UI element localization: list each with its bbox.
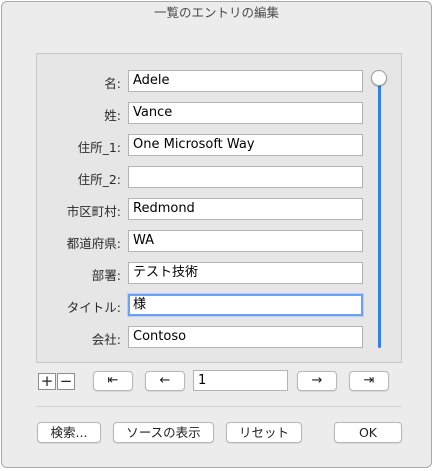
field-row-state: 都道府県: WA <box>37 230 401 252</box>
add-record-button[interactable]: + <box>38 373 56 390</box>
title-input[interactable]: 様 <box>128 294 363 316</box>
first-name-label: 名: <box>104 76 121 91</box>
arrow-left-icon: ← <box>159 373 171 388</box>
field-row-department: 部署: テスト技術 <box>37 262 401 284</box>
address-2-label: 住所_2: <box>77 172 121 187</box>
fields-panel: 名: Adele 姓: Vance 住所_1: One Microsoft Wa… <box>36 53 402 363</box>
record-number-input[interactable]: 1 <box>193 370 288 391</box>
department-label: 部署: <box>91 268 121 283</box>
company-input[interactable]: Contoso <box>128 326 363 348</box>
arrow-right-icon: → <box>311 373 323 388</box>
field-row-address-2: 住所_2: <box>37 166 401 188</box>
company-label: 会社: <box>91 332 121 347</box>
ok-button[interactable]: OK <box>334 422 402 443</box>
title-label: タイトル: <box>66 300 121 315</box>
state-label: 都道府県: <box>66 236 121 251</box>
city-label: 市区町村: <box>66 204 121 219</box>
field-row-last-name: 姓: Vance <box>37 102 401 124</box>
previous-record-button[interactable]: ← <box>145 371 185 391</box>
last-record-icon: ⇥ <box>363 373 375 388</box>
remove-record-button[interactable]: − <box>57 373 75 390</box>
department-input[interactable]: テスト技術 <box>128 262 363 284</box>
city-input[interactable]: Redmond <box>128 198 363 220</box>
record-slider-track[interactable] <box>378 82 381 348</box>
last-record-button[interactable]: ⇥ <box>349 371 389 391</box>
window-title: 一覧のエントリの編集 <box>153 5 279 20</box>
field-row-title: タイトル: 様 <box>37 294 401 316</box>
first-record-button[interactable]: ⇤ <box>93 371 133 391</box>
next-record-button[interactable]: → <box>297 371 337 391</box>
reset-button[interactable]: リセット <box>226 422 302 443</box>
last-name-input[interactable]: Vance <box>128 102 363 124</box>
first-name-input[interactable]: Adele <box>128 70 363 92</box>
field-row-first-name: 名: Adele <box>37 70 401 92</box>
address-2-input[interactable] <box>128 166 363 188</box>
record-slider-knob[interactable] <box>371 70 387 86</box>
separator <box>36 406 402 407</box>
search-button[interactable]: 検索... <box>37 422 101 443</box>
edit-list-entry-dialog: 一覧のエントリの編集 名: Adele 姓: Vance 住所_1: One M… <box>1 1 432 468</box>
address-1-label: 住所_1: <box>77 140 121 155</box>
show-source-button[interactable]: ソースの表示 <box>113 422 214 443</box>
state-input[interactable]: WA <box>128 230 363 252</box>
field-row-city: 市区町村: Redmond <box>37 198 401 220</box>
address-1-input[interactable]: One Microsoft Way <box>128 134 363 156</box>
last-name-label: 姓: <box>104 108 121 123</box>
field-row-company: 会社: Contoso <box>37 326 401 348</box>
first-record-icon: ⇤ <box>107 373 119 388</box>
field-row-address-1: 住所_1: One Microsoft Way <box>37 134 401 156</box>
